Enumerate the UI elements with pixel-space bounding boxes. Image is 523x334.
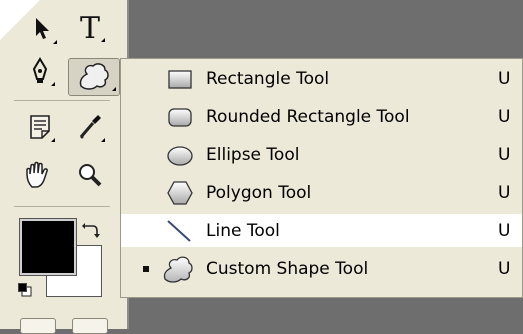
hand-tool-button[interactable] bbox=[20, 160, 56, 194]
ellipse-icon bbox=[161, 138, 195, 171]
default-colors-icon[interactable] bbox=[18, 282, 32, 301]
menu-item-label: Ellipse Tool bbox=[206, 144, 300, 165]
zoom-tool-button[interactable] bbox=[72, 160, 108, 194]
menu-item-ellipse-tool[interactable]: Ellipse Tool U bbox=[121, 138, 522, 171]
menu-item-rectangle-tool[interactable]: Rectangle Tool U bbox=[121, 62, 522, 95]
menu-item-line-tool[interactable]: Line Tool U bbox=[121, 214, 522, 247]
move-arrow-icon bbox=[30, 16, 54, 46]
menu-item-shortcut: U bbox=[498, 106, 511, 127]
menu-item-rounded-rectangle-tool[interactable]: Rounded Rectangle Tool U bbox=[121, 100, 522, 133]
foreground-color-swatch[interactable] bbox=[19, 218, 77, 276]
menu-item-polygon-tool[interactable]: Polygon Tool U bbox=[121, 176, 522, 209]
custom-shape-icon bbox=[161, 252, 195, 285]
eyedropper-icon bbox=[77, 113, 103, 145]
zoom-icon bbox=[77, 162, 103, 192]
menu-item-shortcut: U bbox=[498, 258, 511, 279]
menu-item-label: Polygon Tool bbox=[206, 182, 312, 203]
polygon-icon bbox=[161, 176, 195, 209]
screen-mode-button[interactable] bbox=[72, 318, 108, 334]
custom-shape-tool-button[interactable] bbox=[68, 58, 120, 96]
menu-item-custom-shape-tool[interactable]: Custom Shape Tool U bbox=[121, 252, 522, 285]
menu-item-label: Rounded Rectangle Tool bbox=[206, 106, 410, 127]
rectangle-icon bbox=[161, 62, 195, 95]
line-icon bbox=[161, 214, 195, 247]
hand-tool-icon bbox=[24, 161, 52, 193]
move-tool-button[interactable] bbox=[24, 14, 60, 48]
notes-tool-icon bbox=[28, 113, 52, 145]
rounded-rectangle-icon bbox=[161, 100, 195, 133]
type-tool-icon: T bbox=[79, 11, 100, 46]
custom-shape-tool-icon bbox=[77, 60, 111, 94]
pen-tool-icon bbox=[28, 57, 52, 89]
menu-item-shortcut: U bbox=[498, 144, 511, 165]
type-tool-button[interactable]: T bbox=[72, 12, 108, 46]
selected-indicator bbox=[143, 265, 149, 272]
toolbox-separator bbox=[14, 206, 110, 207]
menu-item-label: Rectangle Tool bbox=[206, 68, 330, 89]
menu-item-shortcut: U bbox=[498, 182, 511, 203]
eyedropper-tool-button[interactable] bbox=[72, 112, 108, 146]
swap-colors-icon[interactable] bbox=[82, 222, 100, 244]
quick-mask-button[interactable] bbox=[20, 318, 56, 334]
menu-item-shortcut: U bbox=[498, 220, 511, 241]
menu-item-label: Line Tool bbox=[206, 220, 280, 241]
notes-tool-button[interactable] bbox=[22, 112, 58, 146]
pen-tool-button[interactable] bbox=[22, 56, 58, 90]
toolbox-separator bbox=[14, 100, 110, 101]
menu-item-shortcut: U bbox=[498, 68, 511, 89]
shape-tools-flyout-menu: Rectangle Tool U Rounded Rectangle Tool … bbox=[120, 58, 523, 298]
toolbox-panel: T bbox=[0, 0, 129, 334]
menu-item-label: Custom Shape Tool bbox=[206, 258, 369, 279]
